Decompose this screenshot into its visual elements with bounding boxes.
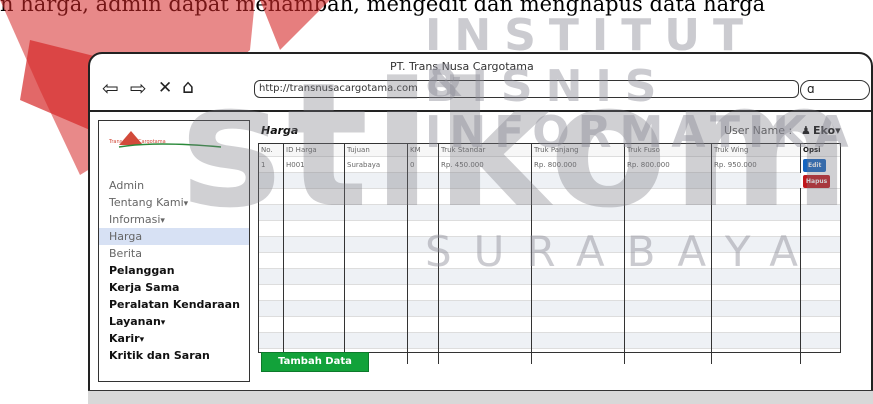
sidebar-item-label: Kerja Sama xyxy=(109,281,180,294)
sidebar-item-kritik-dan-saran[interactable]: Kritik dan Saran xyxy=(99,347,249,364)
sidebar-item-label: Karir xyxy=(109,332,140,345)
chevron-down-icon: ▾ xyxy=(139,335,145,345)
watermark-surabaya: SURABAYA xyxy=(425,227,821,276)
close-icon[interactable]: ✕ xyxy=(158,80,172,97)
tambah-data-button[interactable]: Tambah Data xyxy=(261,352,369,372)
sidebar-item-berita[interactable]: Berita xyxy=(99,245,249,262)
back-arrow-icon[interactable]: ⇦ xyxy=(102,78,119,98)
watermark-informatika: & INFORMATIKA xyxy=(425,56,857,158)
sidebar-item-label: Harga xyxy=(109,230,143,243)
table-row xyxy=(259,284,840,301)
chevron-down-icon: ▾ xyxy=(160,318,166,328)
sidebar-item-label: Layanan xyxy=(109,315,161,328)
table-row xyxy=(259,316,840,333)
sidebar-item-label: Peralatan Kendaraan xyxy=(109,298,240,311)
company-logo-text: Trans Nusa Cargotama xyxy=(109,139,166,145)
sidebar-item-layanan[interactable]: Layanan▾ xyxy=(99,313,249,330)
sidebar-item-karir[interactable]: Karir▾ xyxy=(99,330,249,347)
chevron-down-icon: ▾ xyxy=(160,216,165,226)
sidebar-item-label: Informasi xyxy=(109,213,161,226)
sidebar-item-peralatan-kendaraan[interactable]: Peralatan Kendaraan xyxy=(99,296,249,313)
forward-arrow-icon[interactable]: ⇨ xyxy=(130,78,147,98)
sidebar-item-label: Tentang Kami xyxy=(109,196,184,209)
table-row xyxy=(259,332,840,349)
sidebar-item-label: Kritik dan Saran xyxy=(109,349,210,362)
browser-status-bar xyxy=(88,390,873,404)
sidebar-item-pelanggan[interactable]: Pelanggan xyxy=(99,262,249,279)
table-row xyxy=(259,300,840,317)
sidebar-item-label: Pelanggan xyxy=(109,264,175,277)
sidebar-item-label: Berita xyxy=(109,247,142,260)
sidebar-item-label: Admin xyxy=(109,179,145,192)
sidebar-item-kerja-sama[interactable]: Kerja Sama xyxy=(99,279,249,296)
